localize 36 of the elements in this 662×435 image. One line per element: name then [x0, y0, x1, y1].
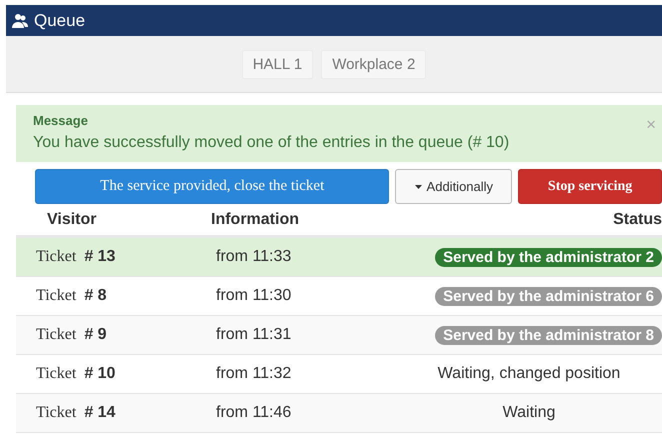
time-text: from 11:32 [216, 365, 292, 382]
column-header: Information [210, 210, 300, 228]
additionally-button[interactable]: Additionally [395, 169, 512, 204]
ticket-label: Ticket [36, 326, 76, 344]
alert-text: You have successfully moved one of the entries in the queue (# 10) [33, 134, 510, 152]
ticket-label: Ticket [36, 404, 76, 422]
ticket-number: # 9 [84, 326, 107, 344]
tab[interactable]: Workplace 2 [321, 50, 426, 78]
table-row[interactable]: Ticket # 9 from 11:31 Served by the administrator 8 [16, 316, 662, 355]
alert-title: Message [33, 113, 89, 128]
table-row[interactable]: Ticket # 14 from 11:46 Waiting [16, 394, 662, 433]
time-text: from 11:33 [216, 248, 292, 265]
ticket-number: # 10 [84, 365, 116, 383]
ticket-number: # 8 [84, 287, 107, 305]
tab[interactable]: HALL 1 [242, 50, 314, 78]
time-text: from 11:30 [216, 287, 292, 304]
column-header: Status [612, 210, 662, 228]
time-text: from 11:46 [216, 404, 292, 421]
time-text: from 11:31 [216, 326, 292, 343]
column-header: Visitor [46, 210, 98, 228]
status-label: Served by the administrator 6 [435, 286, 662, 306]
ticket-number: # 13 [84, 248, 116, 266]
ticket-label: Ticket [36, 365, 76, 383]
status-label: Served by the administrator 8 [435, 326, 662, 344]
users-icon [12, 12, 28, 28]
close-ticket-button[interactable]: The service provided, close the ticket [35, 169, 390, 204]
table-row[interactable]: Ticket # 13 from 11:33 Served by the administrator 2 [16, 238, 662, 277]
status-label: Served by the administrator 2 [435, 248, 662, 266]
ticket-label: Ticket [36, 287, 76, 305]
stop-servicing-button[interactable]: Stop servicing [518, 169, 662, 204]
ticket-label: Ticket [36, 248, 76, 266]
status-text: Waiting, changed position [436, 365, 622, 383]
ticket-number: # 14 [84, 404, 116, 422]
caret-icon [414, 184, 422, 188]
window-title: Queue [34, 10, 86, 30]
status-text: Waiting [502, 404, 556, 422]
